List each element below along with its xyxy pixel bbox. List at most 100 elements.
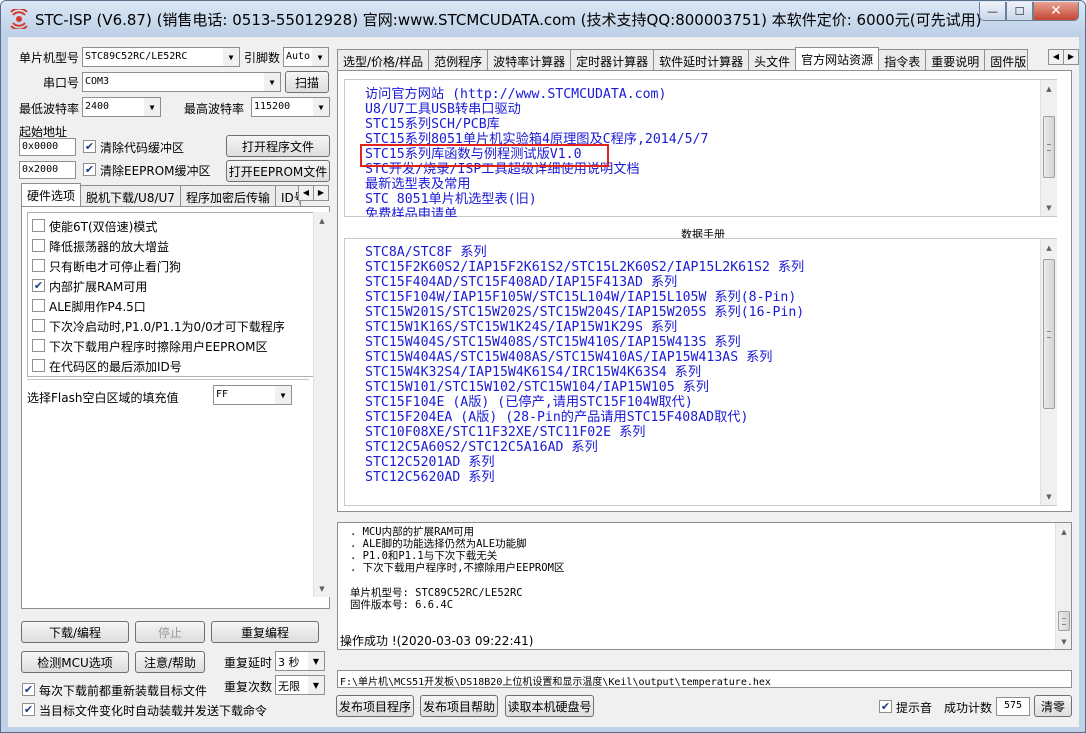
scroll-thumb[interactable] (1043, 259, 1055, 409)
repeat-delay-select[interactable]: 3 秒 ▼ (275, 651, 325, 671)
datasheet-link[interactable]: STC15W101/STC15W102/STC15W104/IAP15W105 … (365, 380, 709, 395)
auto-send-checkbox[interactable]: ✔ (22, 703, 35, 716)
scroll-thumb[interactable] (1043, 116, 1055, 178)
resource-link[interactable]: 免费样品申请单 (365, 207, 457, 217)
scroll-down-icon[interactable]: ▼ (1041, 199, 1057, 216)
scroll-down-icon[interactable]: ▼ (1056, 633, 1071, 649)
scroll-thumb[interactable] (1058, 611, 1070, 631)
datasheet-link[interactable]: STC15F404AD/STC15F408AD/IAP15F413AD 系列 (365, 275, 677, 290)
datasheet-link[interactable]: STC15W201S/STC15W202S/STC15W204S/IAP15W2… (365, 305, 804, 320)
tab-timer-calculator[interactable]: 定时器计算器 (570, 49, 655, 70)
datasheet-link[interactable]: STC10F08XE/STC11F32XE/STC11F02E 系列 (365, 425, 645, 440)
resource-link[interactable]: 最新选型表及常用 (365, 177, 471, 192)
option-checkbox[interactable]: ✔ (32, 279, 45, 292)
repeat-delay-label: 重复延时 (224, 656, 273, 670)
datasheet-link[interactable]: STC15F104W/IAP15F105W/STC15L104W/IAP15L1… (365, 290, 796, 305)
resource-link[interactable]: 访问官方网站 (http://www.STCMCUDATA.com) (365, 87, 666, 102)
scroll-up-icon[interactable]: ▲ (314, 212, 330, 229)
read-disk-button[interactable]: 读取本机硬盘号 (505, 695, 594, 717)
tab-selection-price[interactable]: 选型/价格/样品 (337, 49, 430, 70)
reload-checkbox[interactable]: ✔ (22, 683, 35, 696)
code-address-input[interactable]: 0x0000 (19, 138, 76, 156)
tab-delay-calculator[interactable]: 软件延时计算器 (653, 49, 750, 70)
publish-program-button[interactable]: 发布项目程序 (336, 695, 414, 717)
datasheet-link[interactable]: STC12C5201AD 系列 (365, 455, 495, 470)
clear-eeprom-checkbox[interactable]: ✔ (83, 163, 96, 176)
right-tab-bar: 选型/价格/样品 范例程序 波特率计算器 定时器计算器 软件延时计算器 头文件 … (337, 47, 1029, 70)
resource-link[interactable]: STC 8051单片机选型表(旧) (365, 192, 537, 207)
option-checkbox[interactable] (32, 359, 45, 372)
max-baud-select[interactable]: 115200 ▼ (251, 97, 330, 117)
port-select[interactable]: COM3 ▼ (82, 72, 281, 92)
resource-link[interactable]: U8/U7工具USB转串口驱动 (365, 102, 521, 117)
tab-header-files[interactable]: 头文件 (748, 49, 797, 70)
option-checkbox[interactable] (32, 219, 45, 232)
option-checkbox[interactable] (32, 319, 45, 332)
log-line: . ALE脚的功能选择仍然为ALE功能脚 (350, 538, 527, 550)
log-scrollbar[interactable]: ▲ ▼ (1055, 523, 1071, 649)
open-eeprom-button[interactable]: 打开EEPROM文件 (226, 160, 330, 182)
minimize-button[interactable]: — (979, 2, 1006, 21)
check-mcu-button[interactable]: 检测MCU选项 (21, 651, 129, 673)
resource-scrollbar[interactable]: ▲ ▼ (1040, 80, 1057, 216)
datasheet-link[interactable]: STC15W404S/STC15W408S/STC15W410S/IAP15W4… (365, 335, 741, 350)
tab-firmware[interactable]: 固件版 (984, 49, 1029, 70)
tab-baud-calculator[interactable]: 波特率计算器 (487, 49, 572, 70)
option-checkbox[interactable] (32, 259, 45, 272)
tab-examples[interactable]: 范例程序 (428, 49, 489, 70)
datasheet-scrollbar[interactable]: ▲ ▼ (1040, 239, 1057, 505)
pin-count-select[interactable]: Auto ▼ (283, 47, 329, 67)
chevron-right-icon[interactable]: ▶ (313, 185, 329, 201)
tab-offline-download[interactable]: 脱机下载/U8/U7 (80, 185, 181, 206)
success-count-value: 575 (996, 697, 1030, 716)
datasheet-link[interactable]: STC15W404AS/STC15W408AS/STC15W410AS/IAP1… (365, 350, 772, 365)
datasheet-link[interactable]: STC12C5A60S2/STC12C5A16AD 系列 (365, 440, 598, 455)
chevron-left-icon[interactable]: ◀ (1048, 49, 1064, 65)
stop-button[interactable]: 停止 (135, 621, 205, 643)
title-bar[interactable]: STC-ISP (V6.87) (销售电话: 0513-55012928) 官网… (1, 1, 1085, 37)
option-checkbox[interactable] (32, 239, 45, 252)
scan-button[interactable]: 扫描 (285, 71, 329, 93)
publish-help-button[interactable]: 发布项目帮助 (420, 695, 498, 717)
tab-official-resources[interactable]: 官方网站资源 (795, 47, 880, 70)
tab-important-notes[interactable]: 重要说明 (925, 49, 986, 70)
datasheet-link[interactable]: STC15W1K16S/STC15W1K24S/IAP15W1K29S 系列 (365, 320, 677, 335)
scroll-up-icon[interactable]: ▲ (1056, 523, 1071, 540)
scroll-up-icon[interactable]: ▲ (1041, 80, 1057, 97)
scroll-up-icon[interactable]: ▲ (1041, 239, 1057, 256)
option-label: 只有断电才可停止看门狗 (49, 260, 182, 274)
chevron-right-icon[interactable]: ▶ (1063, 49, 1079, 65)
datasheet-link[interactable]: STC12C5620AD 系列 (365, 470, 495, 485)
maximize-button[interactable]: ☐ (1006, 2, 1033, 21)
scroll-down-icon[interactable]: ▼ (1041, 488, 1057, 505)
options-scrollbar[interactable]: ▲ ▼ (313, 212, 330, 597)
fill-value-select[interactable]: FF ▼ (213, 385, 292, 405)
open-program-button[interactable]: 打开程序文件 (226, 135, 330, 157)
clear-code-checkbox[interactable]: ✔ (83, 140, 96, 153)
download-button[interactable]: 下载/编程 (21, 621, 129, 643)
log-output[interactable]: . MCU内部的扩展RAM可用 . ALE脚的功能选择仍然为ALE功能脚 . P… (337, 522, 1072, 650)
beep-checkbox[interactable]: ✔ (879, 700, 892, 713)
min-baud-select[interactable]: 2400 ▼ (82, 97, 161, 117)
eeprom-address-input[interactable]: 0x2000 (19, 161, 76, 179)
scroll-down-icon[interactable]: ▼ (314, 580, 330, 597)
datasheet-link[interactable]: STC8A/STC8F 系列 (365, 245, 487, 260)
redownload-button[interactable]: 重复编程 (211, 621, 319, 643)
tab-encrypted-transfer[interactable]: 程序加密后传输 (179, 185, 276, 206)
datasheet-link[interactable]: STC15F2K60S2/IAP15F2K61S2/STC15L2K60S2/I… (365, 260, 804, 275)
option-checkbox[interactable] (32, 299, 45, 312)
clear-count-button[interactable]: 清零 (1034, 695, 1072, 717)
min-baud-value: 2400 (85, 101, 110, 112)
mcu-type-select[interactable]: STC89C52RC/LE52RC ▼ (82, 47, 240, 67)
help-button[interactable]: 注意/帮助 (135, 651, 205, 673)
resource-link[interactable]: STC15系列SCH/PCB库 (365, 117, 500, 132)
repeat-count-select[interactable]: 无限 ▼ (275, 675, 325, 695)
tab-hardware-options[interactable]: 硬件选项 (21, 183, 82, 206)
tab-instruction-table[interactable]: 指令表 (878, 49, 927, 70)
datasheet-link[interactable]: STC15W4K32S4/IAP15W4K61S4/IRC15W4K63S4 系… (365, 365, 701, 380)
option-checkbox[interactable] (32, 339, 45, 352)
close-button[interactable]: ✕ (1033, 2, 1079, 21)
datasheet-link[interactable]: STC15F204EA (A版) (28-Pin的产品请用STC15F408AD… (365, 410, 748, 425)
chevron-left-icon[interactable]: ◀ (298, 185, 314, 201)
datasheet-link[interactable]: STC15F104E (A版) (已停产,请用STC15F104W取代) (365, 395, 693, 410)
